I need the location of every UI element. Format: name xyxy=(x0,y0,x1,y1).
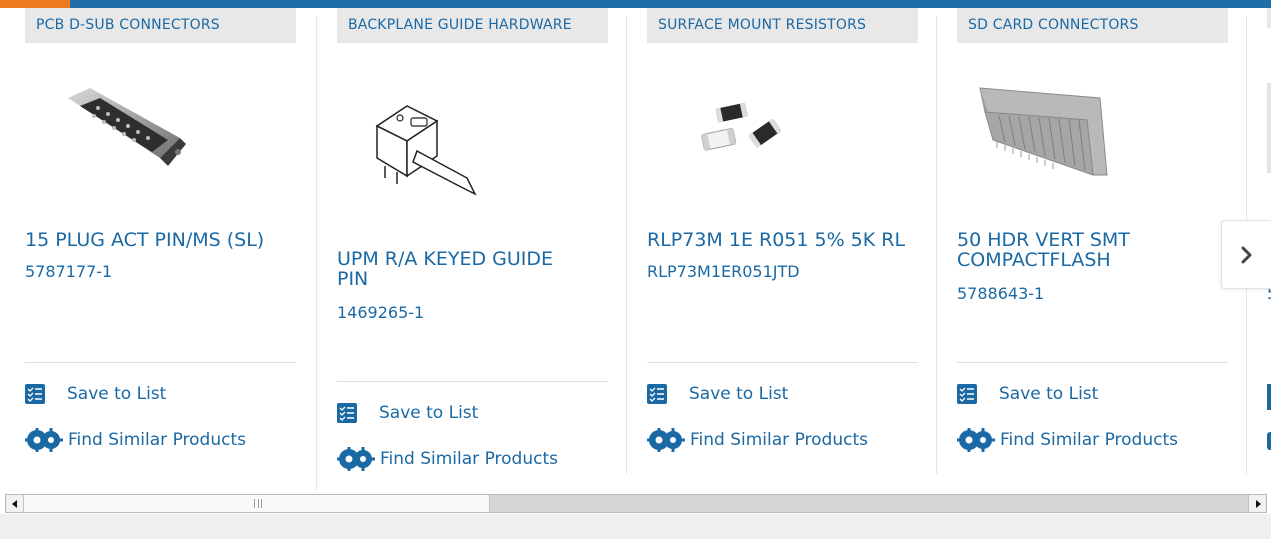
list-check-icon xyxy=(957,384,977,404)
product-image-partial[interactable] xyxy=(1267,83,1271,173)
card-separator xyxy=(626,16,627,474)
save-to-list-button[interactable]: Save to List xyxy=(337,403,478,423)
find-similar-button[interactable]: Find Similar Products xyxy=(957,428,1178,452)
list-check-icon xyxy=(25,384,45,404)
product-image-dsub-connector[interactable] xyxy=(60,78,190,178)
gears-icon xyxy=(337,447,375,471)
gears-icon xyxy=(25,428,63,452)
triangle-left-icon xyxy=(11,499,17,508)
chevron-right-icon xyxy=(1241,246,1252,263)
part-number-link[interactable]: RLP73M1ER051JTD xyxy=(647,262,800,281)
bottom-panel xyxy=(0,514,1271,539)
find-similar-label: Find Similar Products xyxy=(68,430,246,450)
part-number-link[interactable]: 1469265-1 xyxy=(337,303,424,322)
list-check-icon xyxy=(647,384,667,404)
save-to-list-button[interactable]: Save to List xyxy=(957,384,1098,404)
product-image-compactflash-header[interactable] xyxy=(975,80,1115,180)
product-card-2: BACKPLANE GUIDE HARDWARE UPM R/A KEYED G… xyxy=(337,8,627,488)
scroll-track[interactable] xyxy=(490,495,1248,512)
find-similar-button[interactable]: Find Similar Products xyxy=(647,428,868,452)
part-number-link[interactable]: 5788643-1 xyxy=(957,284,1044,303)
save-to-list-button[interactable]: Save to List xyxy=(25,384,166,404)
card-separator xyxy=(316,16,317,490)
product-image-smd-resistors[interactable] xyxy=(695,100,790,165)
product-name-link[interactable]: RLP73M 1E R051 5% 5K RL xyxy=(647,230,937,250)
find-similar-label: Find Similar Products xyxy=(1000,430,1178,450)
carousel-next-button[interactable] xyxy=(1221,220,1271,289)
triangle-right-icon xyxy=(1255,499,1261,508)
card-divider-line xyxy=(957,362,1228,363)
gears-icon xyxy=(957,428,995,452)
gears-icon[interactable] xyxy=(1267,432,1271,450)
save-to-list-button[interactable]: Save to List xyxy=(647,384,788,404)
product-carousel: PCB D-SUB CONNECTORS 15 PLUG ACT PIN/MS … xyxy=(0,8,1271,490)
category-tag[interactable]: SD CARD CONNECTORS xyxy=(957,8,1228,43)
save-to-list-label: Save to List xyxy=(379,403,479,423)
product-image-guide-pin[interactable] xyxy=(367,96,487,206)
save-to-list-label: Save to List xyxy=(67,384,167,404)
product-card-3: SURFACE MOUNT RESISTORS RLP73M 1E R051 5… xyxy=(647,8,937,488)
product-name-link[interactable]: 15 PLUG ACT PIN/MS (SL) xyxy=(25,230,315,250)
scroll-thumb[interactable] xyxy=(24,495,490,512)
find-similar-label: Find Similar Products xyxy=(690,430,868,450)
card-separator xyxy=(936,16,937,474)
save-to-list-label: Save to List xyxy=(999,384,1099,404)
card-divider-line xyxy=(25,362,296,363)
card-divider-line xyxy=(647,362,918,363)
category-tag[interactable]: PCB D-SUB CONNECTORS xyxy=(25,8,296,43)
scroll-grip xyxy=(254,499,262,508)
list-check-icon[interactable] xyxy=(1267,384,1271,410)
card-divider-line xyxy=(337,381,608,382)
scroll-left-button[interactable] xyxy=(6,495,24,512)
product-card-4: SD CARD CONNECTORS 50 HDR VERT SMT COMPA… xyxy=(957,8,1247,488)
part-number-link[interactable]: 5787177-1 xyxy=(25,262,112,281)
product-name-link[interactable]: UPM R/A KEYED GUIDE PIN xyxy=(337,249,587,289)
top-accent-orange xyxy=(0,0,70,8)
category-tag[interactable]: BACKPLANE GUIDE HARDWARE xyxy=(337,8,608,43)
list-check-icon xyxy=(337,403,357,423)
find-similar-button[interactable]: Find Similar Products xyxy=(25,428,246,452)
gears-icon xyxy=(647,428,685,452)
product-name-link[interactable]: 50 HDR VERT SMT COMPACTFLASH xyxy=(957,230,1197,270)
top-accent-bar xyxy=(0,0,1271,8)
category-tag[interactable]: SURFACE MOUNT RESISTORS xyxy=(647,8,918,43)
scroll-right-button[interactable] xyxy=(1248,495,1266,512)
product-card-1: PCB D-SUB CONNECTORS 15 PLUG ACT PIN/MS … xyxy=(25,8,315,488)
find-similar-button[interactable]: Find Similar Products xyxy=(337,447,558,471)
horizontal-scrollbar[interactable] xyxy=(5,494,1267,513)
category-tag[interactable] xyxy=(1267,8,1271,28)
find-similar-label: Find Similar Products xyxy=(380,449,558,469)
save-to-list-label: Save to List xyxy=(689,384,789,404)
